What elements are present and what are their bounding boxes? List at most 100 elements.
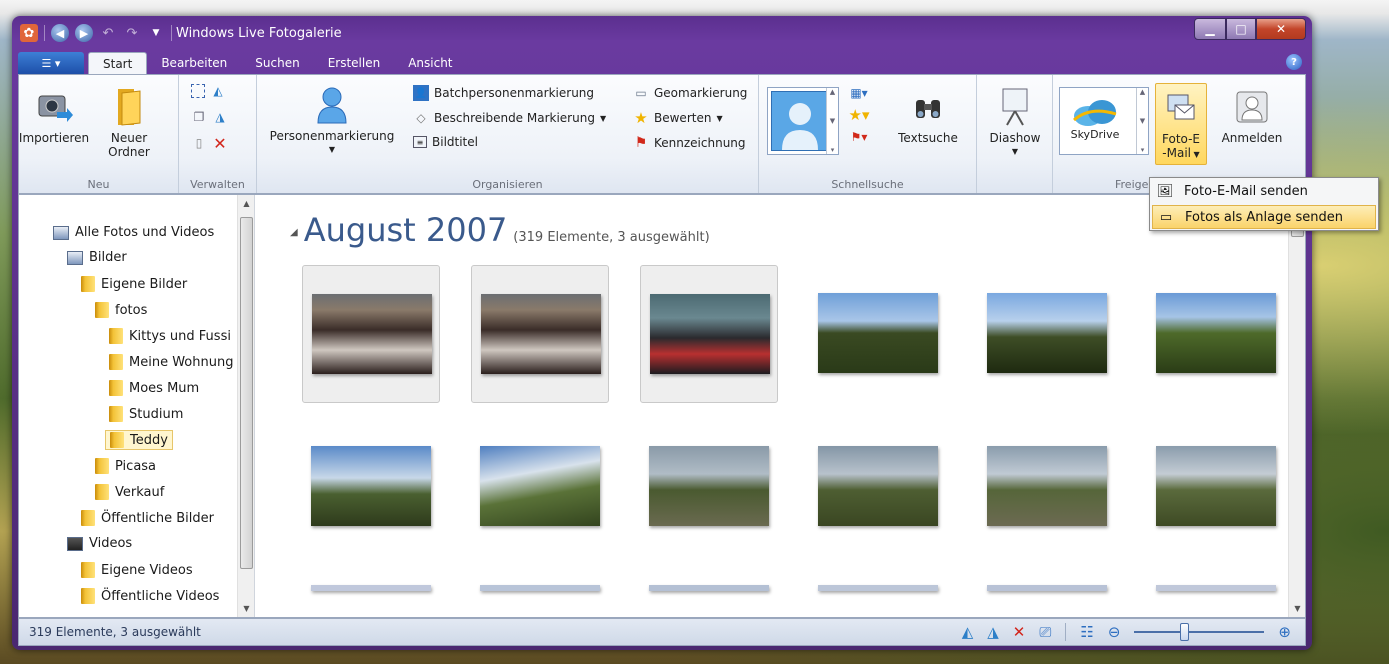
photo-tile[interactable]: [640, 571, 778, 591]
tree-item-verkauf[interactable]: Verkauf: [95, 484, 164, 500]
minimize-button[interactable]: ▁: [1194, 18, 1226, 40]
group-heading[interactable]: ◢ August 2007 (319 Elemente, 3 ausgewählt): [290, 211, 710, 249]
flag-button[interactable]: ⚑ Kennzeichnung: [633, 135, 746, 151]
new-folder-button[interactable]: Neuer Ordner: [99, 87, 159, 159]
app-icon[interactable]: ✿: [20, 24, 38, 42]
folder-icon: [110, 432, 124, 448]
gallery-scroll[interactable]: ▲ ▼ ▾: [826, 88, 838, 154]
skydrive-gallery[interactable]: SkyDrive ▲ ▼ ▾: [1059, 87, 1149, 155]
tree-item-studium[interactable]: Studium: [109, 406, 183, 422]
slideshow-icon[interactable]: ⎚: [1039, 623, 1051, 641]
batch-tag-button[interactable]: 👤 Batchpersonenmarkierung: [413, 85, 594, 101]
geo-tag-button[interactable]: ▭ Geomarkierung: [633, 85, 747, 101]
photo-tile[interactable]: [471, 571, 609, 591]
undo-icon[interactable]: ↶: [99, 24, 117, 42]
desc-tag-button[interactable]: ◇ Beschreibende Markierung ▼: [413, 110, 606, 126]
scroll-up-icon[interactable]: ▲: [238, 195, 254, 212]
desc-tag-label: Beschreibende Markierung: [434, 111, 595, 125]
details-view-icon[interactable]: ☷: [1080, 623, 1093, 641]
tree-item-public-videos[interactable]: Öffentliche Videos: [81, 588, 219, 604]
tree-item-picasa[interactable]: Picasa: [95, 458, 156, 474]
text-search-button[interactable]: Textsuche: [893, 87, 963, 145]
photo-tile[interactable]: [302, 265, 440, 403]
help-icon[interactable]: ?: [1286, 54, 1302, 70]
slideshow-button[interactable]: Diashow ▼: [983, 87, 1047, 159]
tab-bearbeiten[interactable]: Bearbeiten: [147, 52, 241, 74]
photo-tile[interactable]: [809, 265, 947, 403]
sidebar-scroll-thumb[interactable]: [240, 217, 253, 569]
tree-item-eigene-videos[interactable]: Eigene Videos: [81, 562, 193, 578]
tab-suchen[interactable]: Suchen: [241, 52, 313, 74]
menu-item-send-as-attachment[interactable]: ▭ Fotos als Anlage senden: [1152, 205, 1376, 229]
photo-tile[interactable]: [809, 418, 947, 556]
folder-icon: [109, 380, 123, 396]
grid-scrollbar[interactable]: ▲ ▼: [1288, 195, 1305, 617]
view-grid-icon[interactable]: ▦▾: [850, 85, 867, 101]
tree-item-moes-mum[interactable]: Moes Mum: [109, 380, 199, 396]
tab-start[interactable]: Start: [88, 52, 148, 74]
photo-tile[interactable]: [640, 418, 778, 556]
copy-icon[interactable]: ❐: [191, 109, 207, 125]
delete-icon[interactable]: ✕: [212, 134, 228, 153]
import-button[interactable]: Importieren: [19, 87, 89, 145]
person-avatar-icon: [771, 91, 827, 151]
people-gallery[interactable]: ▲ ▼ ▾: [767, 87, 839, 155]
rate-button[interactable]: ★ Bewerten ▼: [633, 109, 722, 127]
photo-tile[interactable]: [978, 265, 1116, 403]
tree-item-all-photos[interactable]: Alle Fotos und Videos: [53, 225, 214, 240]
close-button[interactable]: ✕: [1256, 18, 1306, 40]
zoom-in-icon[interactable]: ⊕: [1278, 623, 1291, 641]
customize-qa-icon[interactable]: ▼: [147, 24, 165, 42]
photo-tile[interactable]: [471, 265, 609, 403]
redo-icon[interactable]: ↷: [123, 24, 141, 42]
paste-icon[interactable]: ▯: [191, 135, 207, 151]
tree-item-eigene-bilder[interactable]: Eigene Bilder: [81, 276, 187, 292]
photo-email-button[interactable]: Foto-E -Mail ▼: [1155, 83, 1207, 165]
delete-icon[interactable]: ✕: [1013, 623, 1026, 641]
scroll-down-icon[interactable]: ▼: [238, 600, 254, 617]
photo-tile[interactable]: [1147, 571, 1285, 591]
rotate-right-icon[interactable]: ◮: [987, 623, 999, 641]
forward-icon[interactable]: ▶: [75, 24, 93, 42]
tree-label: Alle Fotos und Videos: [75, 225, 215, 240]
maximize-button[interactable]: □: [1226, 18, 1256, 40]
person-tag-button[interactable]: Personenmarkierung ▼: [265, 85, 399, 157]
rotate-right-icon[interactable]: ◮: [212, 109, 228, 125]
photo-tile[interactable]: [302, 571, 440, 591]
photo-tile[interactable]: [640, 265, 778, 403]
back-icon[interactable]: ◀: [51, 24, 69, 42]
star-filter-icon[interactable]: ★▾: [849, 106, 870, 124]
tree-item-public-pictures[interactable]: Öffentliche Bilder: [81, 510, 214, 526]
tree-item-kittys[interactable]: Kittys und Fussi: [109, 328, 231, 344]
caption-button[interactable]: ≡ Bildtitel: [413, 135, 478, 149]
zoom-slider[interactable]: [1134, 623, 1265, 641]
app-menu-button[interactable]: ☰ ▾: [18, 52, 84, 74]
tab-ansicht[interactable]: Ansicht: [394, 52, 466, 74]
zoom-out-icon[interactable]: ⊖: [1108, 623, 1121, 641]
share-gallery-scroll[interactable]: ▲ ▼ ▾: [1136, 88, 1148, 154]
tree-item-videos[interactable]: Videos: [67, 536, 132, 551]
select-icon[interactable]: [191, 84, 205, 98]
flag-filter-icon[interactable]: ⚑▾: [851, 129, 868, 145]
sign-in-button[interactable]: Anmelden: [1213, 87, 1291, 145]
photo-tile[interactable]: [1147, 418, 1285, 556]
photo-tile[interactable]: [1147, 265, 1285, 403]
tab-erstellen[interactable]: Erstellen: [314, 52, 395, 74]
rotate-left-icon[interactable]: ◭: [962, 623, 974, 641]
photo-tile[interactable]: [471, 418, 609, 556]
photo-tile[interactable]: [978, 418, 1116, 556]
sidebar-scrollbar[interactable]: ▲ ▼: [237, 195, 254, 617]
rotate-left-icon[interactable]: ◭: [210, 83, 226, 99]
photo-tile[interactable]: [978, 571, 1116, 591]
tree-item-wohnung[interactable]: Meine Wohnung: [109, 354, 233, 370]
menu-item-send-photo-email[interactable]: 🖼 Foto-E-Mail senden: [1152, 179, 1376, 203]
person-icon: [312, 85, 352, 125]
photo-tile[interactable]: [302, 418, 440, 556]
grid-scroll-down-icon[interactable]: ▼: [1289, 600, 1305, 617]
tree-item-teddy[interactable]: Teddy: [105, 430, 173, 450]
zoom-slider-knob[interactable]: [1180, 623, 1190, 641]
tree-item-fotos[interactable]: fotos: [95, 302, 147, 318]
tree-item-bilder[interactable]: Bilder: [67, 250, 127, 265]
collapse-triangle-icon[interactable]: ◢: [290, 227, 298, 238]
photo-tile[interactable]: [809, 571, 947, 591]
